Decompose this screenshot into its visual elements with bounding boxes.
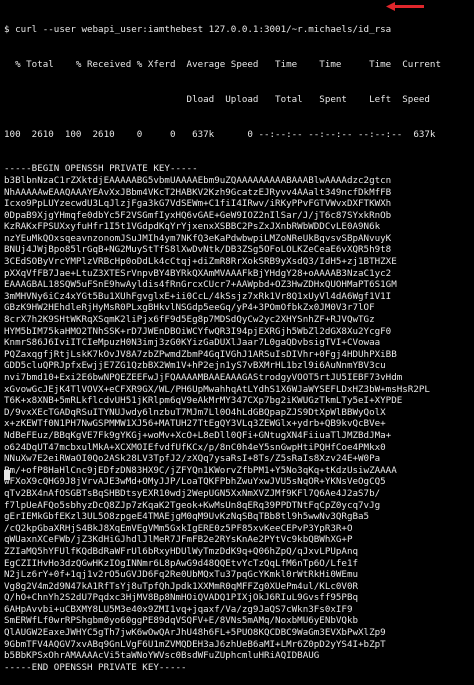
- key-line: T6K+x8XNB+5mRLkflcdvUH51jKRlpm6qV9eAkMrM…: [4, 395, 403, 407]
- key-line: qTv2BX4nAfOSGBTsBqSHBDtsyEXR10wdj2WepUGN…: [4, 487, 381, 499]
- command-line: $ curl --user webapi_user:iamthebest 127…: [4, 24, 392, 36]
- key-line: SmERWfLf0wrRPShgbm0yo60ggPE89dqVSQFV+E/8…: [4, 615, 359, 627]
- key-line: HYM5bIM75kaHMO2TNhSSK+rD7JWEnDBOiWCYfwQR…: [4, 325, 392, 337]
- private-key-block: -----BEGIN OPENSSH PRIVATE KEY----- b3Blb…: [4, 163, 472, 673]
- key-line: Q/hO+ChnYh2S2dU7Pqdxc3HjMV8Bp8NmHOiQVADQ…: [4, 592, 359, 604]
- key-line: NdBeFEuz/BBqKgVE7Fk9gYKGj+woMv+XcO+L8eDl…: [4, 429, 392, 441]
- key-line: b5BbKPSxOhrAMAAAAcVi5taWNoYWVsc0BsdWFuZU…: [4, 650, 320, 662]
- key-line: pXXqVfFB7Jae+LtuZ3XTESrVnpvBY4BYRkQXAmMV…: [4, 267, 392, 279]
- key-line: gErIEMkGbfEKzl3UL5O8zpgeE4TMAEjgM0qM9UvK…: [4, 511, 370, 523]
- key-line: nzYEuMkQOxsqeavnzonomJSuJMIh4ym7NKfQ3eKa…: [4, 232, 392, 244]
- key-line: NNuXw7E2eiRWaOI0Qo2ASk28LV3TpfJ2/zXQq7ys…: [4, 453, 381, 465]
- key-end-marker: -----END OPENSSH PRIVATE KEY-----: [4, 661, 187, 673]
- progress-header-2: Dload Upload Total Spent Left Speed: [4, 93, 430, 105]
- key-line: 0DpaB9XjgYHmqfe0dbYc5F2VSGmfIyxHQ6vGAE+G…: [4, 209, 392, 221]
- key-line: QlAUGW2EaxeJWHYC5gTh7jwK6wOwQArJhU48h6FL…: [4, 627, 386, 639]
- key-line: xGvowGcJEjK4TlVOVX+eCFXR9GX/WL/PH6UpMwah…: [4, 383, 430, 395]
- key-line: PQZaxqgfjRtjLskK7kOvJV8A7zbZPwmdZbmP4GqI…: [4, 348, 397, 360]
- key-line: wFXoX9cQHG9J8jVrvAJE3wMd+OMyJJP/LoaTQKFP…: [4, 476, 386, 488]
- key-line: ZZIaMQ5hYFUlfKQdBdRaWFrUl6bRxyHDUlWyTmzD…: [4, 545, 359, 557]
- key-line: GBzK9HW2HEhdleRjHyMsR0PLxgBHkvlNSGdp5eeG…: [4, 302, 375, 314]
- key-line: 6AHpAvvbi+uCBXMY8LU5M3e40x9ZMI1vq+jqaxf/…: [4, 603, 353, 615]
- key-line: Pm/+ofP8HaHlCnc9jEDfzDN83HX9C/jZFYQn1KWo…: [4, 464, 397, 476]
- key-line: 3CEdSOByVrcYMPlzVRBcHp0oDdLk4cCtqj+diZmR…: [4, 256, 397, 268]
- key-line: 9GbmTFV4AQGV7xvABq9GnLVgF6U1mZVMQDEH3aJ6…: [4, 638, 386, 650]
- key-line: o624DqUT47mcbxulMkA+XCXMOIEfvdfUfKCx/p/8…: [4, 441, 386, 453]
- key-line: KnmrS86J6IviITCIeMpuzH0N3imj3zG0KYizGaDU…: [4, 337, 381, 349]
- key-line: N2jLz6rY+0f+1qj1v2rO5uGVJD6Fq2Re0UbMQxTu…: [4, 569, 359, 581]
- arrow-left-icon: [386, 2, 424, 11]
- key-line: b3BlbnNzaC1rZXktdjEAAAAABG5vbmUAAAAEbm9u…: [4, 174, 392, 186]
- key-line: x+zKEWTf0N1PH7NwGSPMMW1XJ56+MATUH27TtEgQ…: [4, 418, 386, 430]
- terminal-cursor: [4, 470, 10, 480]
- key-line: NhAAAAAwEAAQAAAYEAvXxJBbm4VKcT2HABKV2Kzh…: [4, 186, 392, 198]
- key-line: EAAAGBAL18SQW5uFSnE9hwAyldis4fRnGrcxCUcr…: [4, 279, 397, 291]
- key-line: 8crX7h2K9SHtWKRqXSqmK2liPjx6fF9d5Eg8p7MD…: [4, 314, 375, 326]
- key-line: EgCZIIHvHo3dzQGwHKzIOgINNmr6L8pAwG9d48QQ…: [4, 557, 359, 569]
- red-arrow-annotation: [386, 2, 424, 11]
- progress-values: 100 2610 100 2610 0 0 637k 0 --:--:-- --…: [4, 128, 436, 140]
- key-line: f7lpUeAFQo5sbhyzDcQ8ZJp7zKqaK2Tgeok+KwMs…: [4, 499, 381, 511]
- key-line: GDD5cluQPRJpfxEwjjE7ZG1QzbBX2Wm1V+hP2ejn…: [4, 360, 386, 372]
- progress-header-1: % Total % Received % Xferd Average Speed…: [4, 58, 441, 70]
- key-line: nvi7bmd10+Exi2E6bwNPQEZEEFwJjFQAAAAMBAAE…: [4, 372, 403, 383]
- key-line: KzRAKxFPSUXxyfuHfr1I5t1VGdpdKqYrYjxenxXS…: [4, 221, 381, 233]
- key-line: /cQ2kpGbaXRHjS4BkJ8XqEmVEgVMm5GxkIgERE0z…: [4, 522, 353, 534]
- key-line: BNUj4JWjBpo85lrGqB+NG2MuyStTfS8lXwDvNtk/…: [4, 244, 392, 256]
- key-line: D/9vxXEcTGADqRSuITYNUJwdy6lnzbuT7MJm7Ll0…: [4, 406, 386, 418]
- terminal-window[interactable]: $ curl --user webapi_user:iamthebest 127…: [4, 1, 472, 685]
- key-line: Icxo9PpLUYzecwdU3LqJlzjFga3kG7VdSEWm+C1f…: [4, 198, 392, 210]
- key-line: qWUaxnXCeFWb/jZ3KdHiGJhdlJlMeR7JFmFB2e2R…: [4, 534, 353, 546]
- key-begin-marker: -----BEGIN OPENSSH PRIVATE KEY-----: [4, 163, 198, 175]
- key-line: Vg8g2V4m2d9N47kA1RfTsYj8uTpfQhJpdk1XXMmR…: [4, 580, 359, 592]
- key-line: 3mMHVNy6iCz4xYGt5Bu1XUhFgvglxE+ii0CcL/4k…: [4, 290, 392, 302]
